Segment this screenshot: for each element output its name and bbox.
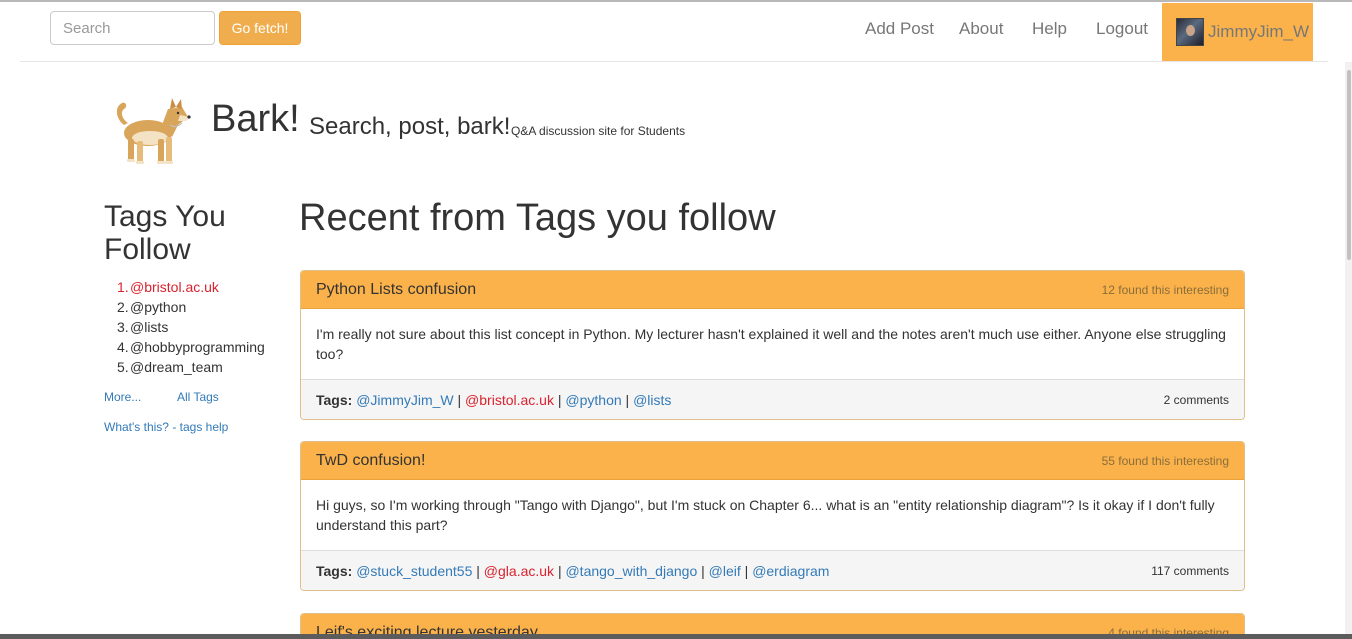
post-tag[interactable]: @python bbox=[565, 392, 621, 408]
username: JimmyJim_W bbox=[1208, 22, 1310, 41]
post-interest-count: 12 found this interesting bbox=[1101, 282, 1229, 297]
avatar bbox=[1176, 18, 1204, 46]
post-tag[interactable]: @tango_with_django bbox=[565, 563, 697, 579]
followed-tag-item[interactable]: 1. @bristol.ac.uk bbox=[117, 277, 265, 297]
post-footer: Tags: @stuck_student55 | @gla.ac.uk | @t… bbox=[301, 550, 1244, 590]
post-card: TwD confusion! 55 found this interesting… bbox=[300, 441, 1245, 591]
page-title: Recent from Tags you follow bbox=[299, 197, 776, 239]
nav-help[interactable]: Help bbox=[1032, 19, 1067, 39]
followed-tag-item[interactable]: 2. @python bbox=[117, 297, 265, 317]
post-body: Hi guys, so I'm working through "Tango w… bbox=[316, 497, 1215, 533]
scrollbar-thumb[interactable] bbox=[1347, 70, 1351, 260]
site-brand: Bark! bbox=[211, 98, 300, 140]
tags-label: Tags: bbox=[316, 391, 353, 408]
more-tags-link[interactable]: More... bbox=[104, 390, 141, 404]
post-tag[interactable]: @lists bbox=[633, 392, 671, 408]
tags-label: Tags: bbox=[316, 562, 353, 579]
site-subtagline: Q&A discussion site for Students bbox=[511, 124, 686, 138]
user-profile-menu[interactable]: JimmyJim_W bbox=[1162, 3, 1313, 61]
nav-about[interactable]: About bbox=[959, 19, 1003, 39]
all-tags-link[interactable]: All Tags bbox=[177, 390, 219, 404]
post-tag[interactable]: @erdiagram bbox=[752, 563, 829, 579]
post-tag[interactable]: @gla.ac.uk bbox=[484, 563, 554, 579]
navbar: Go fetch! Add Post About Help Logout Jim… bbox=[20, 2, 1328, 62]
followed-tag-item[interactable]: 4. @hobbyprogramming bbox=[117, 337, 265, 357]
post-title[interactable]: TwD confusion! bbox=[316, 452, 425, 470]
comments-link[interactable]: 117 comments bbox=[1151, 564, 1229, 578]
post-tag[interactable]: @JimmyJim_W bbox=[356, 392, 453, 408]
post-tags: Tags: @stuck_student55 | @gla.ac.uk | @t… bbox=[316, 562, 830, 579]
post-tag[interactable]: @bristol.ac.uk bbox=[465, 392, 554, 408]
post-interest-count: 55 found this interesting bbox=[1101, 453, 1229, 468]
post-body: I'm really not sure about this list conc… bbox=[316, 326, 1226, 362]
followed-tag-item[interactable]: 5. @dream_team bbox=[117, 357, 265, 377]
taskbar-strip bbox=[0, 634, 1352, 639]
search-button[interactable]: Go fetch! bbox=[219, 11, 301, 45]
sidebar-title: Tags You Follow bbox=[104, 200, 226, 266]
search-input[interactable] bbox=[50, 11, 215, 45]
followed-tag-item[interactable]: 3. @lists bbox=[117, 317, 265, 337]
site-tagline: Search, post, bark! bbox=[309, 113, 511, 140]
nav-add-post[interactable]: Add Post bbox=[865, 19, 934, 39]
post-title[interactable]: Python Lists confusion bbox=[316, 281, 476, 299]
post-footer: Tags: @JimmyJim_W | @bristol.ac.uk | @py… bbox=[301, 379, 1244, 419]
comments-link[interactable]: 2 comments bbox=[1164, 393, 1229, 407]
followed-tags-list: 1. @bristol.ac.uk 2. @python 3. @lists 4. @h… bbox=[117, 277, 265, 377]
tags-help-link[interactable]: What's this? - tags help bbox=[104, 420, 228, 434]
post-tags: Tags: @JimmyJim_W | @bristol.ac.uk | @py… bbox=[316, 391, 672, 408]
post-tag[interactable]: @stuck_student55 bbox=[356, 563, 472, 579]
post-header: Python Lists confusion 12 found this int… bbox=[301, 271, 1244, 309]
post-header: TwD confusion! 55 found this interesting bbox=[301, 442, 1244, 480]
post-tag[interactable]: @leif bbox=[709, 563, 741, 579]
nav-logout[interactable]: Logout bbox=[1096, 19, 1148, 39]
post-card: Python Lists confusion 12 found this int… bbox=[300, 270, 1245, 420]
dog-logo-icon bbox=[116, 98, 191, 164]
